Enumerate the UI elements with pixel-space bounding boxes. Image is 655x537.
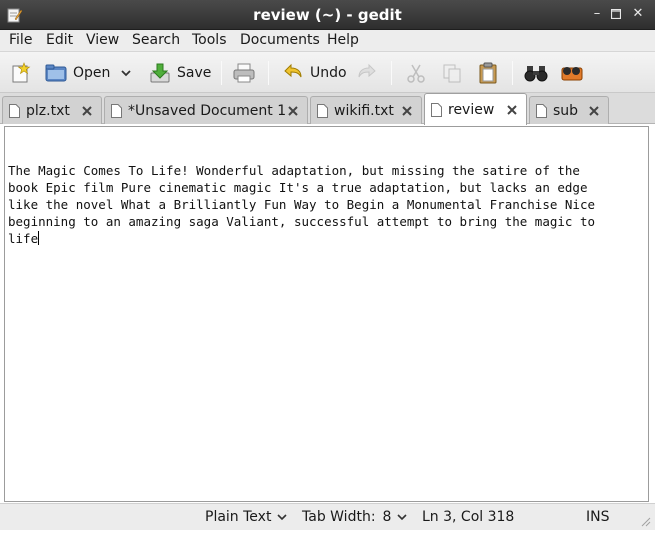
- document-icon: [431, 102, 442, 117]
- tab-plz-txt[interactable]: plz.txt: [2, 96, 102, 124]
- toolbar-separator: [391, 61, 392, 85]
- open-recent-dropdown[interactable]: [120, 60, 132, 86]
- copy-button[interactable]: [441, 60, 463, 86]
- tab-label: wikifi.txt: [334, 102, 394, 119]
- clipboard-icon: [479, 62, 497, 84]
- text-line: book Epic film Pure cinematic magic It's…: [8, 180, 588, 195]
- tab-label: plz.txt: [26, 102, 70, 119]
- undo-icon: [284, 63, 302, 78]
- save-label: Save: [177, 65, 212, 81]
- chevron-down-icon: [277, 514, 288, 521]
- find-replace-icon: [561, 67, 583, 81]
- toolbar: Open Save Undo: [0, 52, 655, 93]
- find-button[interactable]: [524, 60, 548, 86]
- tab-label: sub: [553, 102, 579, 119]
- close-window-icon[interactable]: ✕: [630, 6, 646, 22]
- close-tab-icon[interactable]: [286, 104, 300, 118]
- close-tab-icon[interactable]: [505, 103, 519, 117]
- text-line: beginning to an amazing saga Valiant, su…: [8, 214, 595, 229]
- menu-edit[interactable]: Edit: [46, 32, 73, 48]
- chevron-down-icon: [121, 70, 131, 77]
- redo-icon: [358, 63, 376, 78]
- open-folder-icon: [45, 64, 67, 82]
- document-text[interactable]: The Magic Comes To Life! Wonderful adapt…: [5, 128, 598, 247]
- title-bar: review (~) - gedit – ✕: [0, 0, 655, 30]
- redo-button[interactable]: [356, 60, 378, 86]
- new-document-button[interactable]: [10, 60, 32, 86]
- save-button[interactable]: Save: [149, 60, 211, 86]
- toolbar-separator: [221, 61, 222, 85]
- text-cursor: [38, 231, 40, 245]
- close-tab-icon[interactable]: [400, 104, 414, 118]
- document-icon: [111, 103, 122, 118]
- tab-wikifi-txt[interactable]: wikifi.txt: [310, 96, 422, 124]
- tab-sub[interactable]: sub: [529, 96, 609, 124]
- document-tab-bar: plz.txt *Unsaved Document 1 wikifi.txt r…: [0, 93, 655, 125]
- document-icon: [536, 103, 547, 118]
- menu-bar: File Edit View Search Tools Documents He…: [0, 30, 655, 52]
- menu-tools[interactable]: Tools: [192, 32, 227, 48]
- menu-file[interactable]: File: [9, 32, 32, 48]
- tab-width-value: 8: [382, 509, 392, 525]
- tab-unsaved-document-1[interactable]: *Unsaved Document 1: [104, 96, 308, 124]
- text-editor-area[interactable]: The Magic Comes To Life! Wonderful adapt…: [4, 126, 649, 502]
- tab-label: *Unsaved Document 1: [128, 102, 287, 119]
- menu-search[interactable]: Search: [132, 32, 180, 48]
- undo-label: Undo: [310, 65, 347, 81]
- text-line: The Magic Comes To Life! Wonderful adapt…: [8, 163, 580, 178]
- scissors-icon: [407, 64, 425, 83]
- text-line: like the novel What a Brilliantly Fun Wa…: [8, 197, 595, 212]
- insert-mode: INS: [586, 509, 610, 525]
- close-tab-icon[interactable]: [587, 104, 601, 118]
- undo-button[interactable]: Undo: [282, 60, 347, 86]
- tab-width-label: Tab Width:: [302, 509, 376, 525]
- cursor-position: Ln 3, Col 318: [422, 509, 515, 525]
- save-icon: [150, 63, 170, 83]
- find-replace-button[interactable]: [559, 60, 585, 86]
- language-selector[interactable]: Plain Text: [205, 509, 288, 525]
- toolbar-separator: [512, 61, 513, 85]
- document-icon: [9, 103, 20, 118]
- desktop-background: [0, 530, 655, 537]
- toolbar-separator: [268, 61, 269, 85]
- menu-documents[interactable]: Documents: [240, 32, 320, 48]
- minimize-icon[interactable]: –: [589, 6, 605, 22]
- tab-width-selector[interactable]: Tab Width: 8: [302, 509, 408, 525]
- close-tab-icon[interactable]: [80, 104, 94, 118]
- document-icon: [317, 103, 328, 118]
- resize-grip-icon[interactable]: [639, 515, 651, 527]
- cut-button[interactable]: [405, 60, 427, 86]
- print-button[interactable]: [232, 60, 256, 86]
- open-label: Open: [73, 65, 111, 81]
- binoculars-icon: [524, 66, 548, 82]
- printer-icon: [233, 63, 255, 83]
- text-line: life: [8, 231, 39, 246]
- open-button[interactable]: Open: [45, 60, 110, 86]
- language-label: Plain Text: [205, 509, 272, 525]
- paste-button[interactable]: [477, 60, 499, 86]
- window-title: review (~) - gedit: [253, 6, 402, 24]
- status-bar: Plain Text Tab Width: 8 Ln 3, Col 318 IN…: [0, 503, 655, 530]
- tab-review[interactable]: review: [424, 93, 527, 125]
- tab-label: review: [448, 101, 495, 118]
- chevron-down-icon: [397, 514, 408, 521]
- menu-help[interactable]: Help: [327, 32, 359, 48]
- copy-icon: [443, 64, 461, 83]
- new-document-icon: [12, 62, 31, 83]
- maximize-icon[interactable]: [608, 6, 624, 22]
- menu-view[interactable]: View: [86, 32, 119, 48]
